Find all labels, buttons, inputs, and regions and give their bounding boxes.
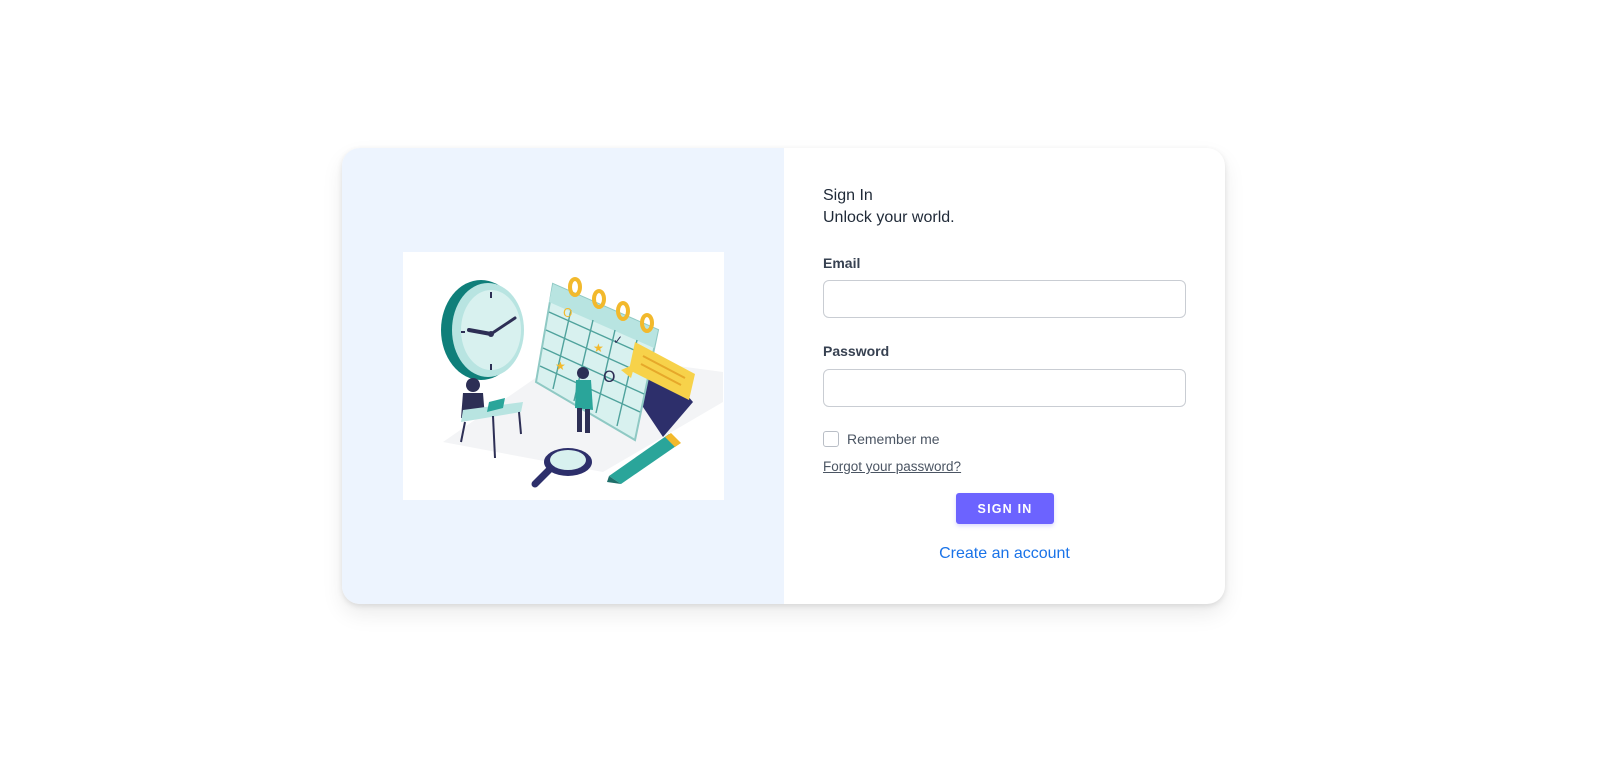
password-label: Password: [823, 343, 890, 359]
svg-text:★: ★: [593, 341, 604, 355]
svg-text:★: ★: [555, 359, 566, 373]
remember-me-row[interactable]: Remember me: [823, 431, 940, 447]
illustration-panel: O ★ ★ ✓ O: [342, 148, 784, 604]
calendar-clock-illustration: O ★ ★ ✓ O: [441, 277, 723, 488]
page-title: Sign In: [823, 187, 873, 204]
password-field[interactable]: [823, 369, 1186, 407]
svg-text:O: O: [603, 367, 616, 386]
svg-text:O: O: [563, 306, 572, 320]
scheduling-illustration: O ★ ★ ✓ O: [403, 252, 724, 500]
page-subtitle: Unlock your world.: [823, 209, 955, 226]
signin-form-panel: Sign In Unlock your world. Email Passwor…: [784, 148, 1225, 604]
signin-button[interactable]: SIGN IN: [956, 493, 1054, 524]
remember-me-checkbox[interactable]: [823, 431, 839, 447]
email-field[interactable]: [823, 280, 1186, 318]
signin-card: O ★ ★ ✓ O Sign In Unlock your world. Ema…: [342, 148, 1225, 604]
email-label: Email: [823, 255, 861, 271]
create-account-link[interactable]: Create an account: [784, 545, 1225, 563]
remember-me-label[interactable]: Remember me: [847, 431, 940, 447]
forgot-password-link[interactable]: Forgot your password?: [823, 459, 961, 474]
svg-text:✓: ✓: [613, 333, 623, 347]
